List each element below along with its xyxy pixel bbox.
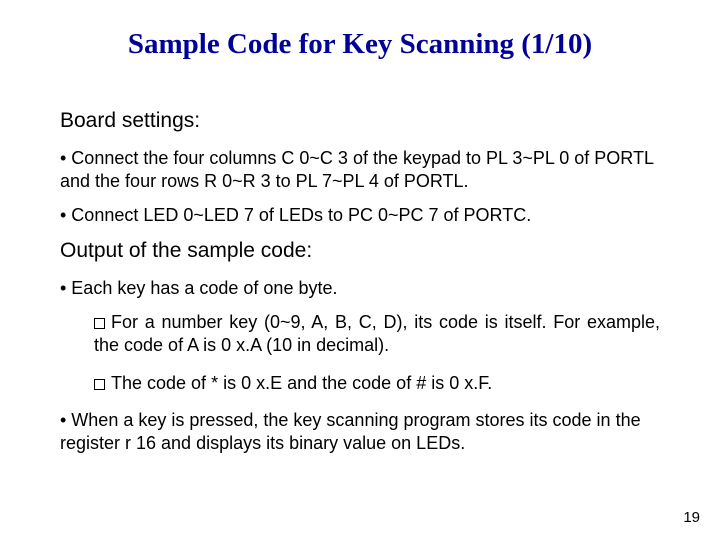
slide: Sample Code for Key Scanning (1/10) Boar…	[0, 0, 720, 540]
output-sub-1-text: For a number key (0~9, A, B, C, D), its …	[94, 312, 660, 355]
output-sub-2-text: The code of * is 0 x.E and the code of #…	[111, 373, 492, 393]
page-number: 19	[683, 509, 700, 526]
square-bullet-icon	[94, 318, 105, 329]
output-heading: Output of the sample code:	[60, 239, 660, 263]
board-settings-heading: Board settings:	[60, 109, 660, 133]
square-bullet-icon	[94, 379, 105, 390]
output-bullet-1: • Each key has a code of one byte.	[60, 277, 660, 300]
board-bullet-2: • Connect LED 0~LED 7 of LEDs to PC 0~PC…	[60, 204, 660, 227]
output-bullet-2: • When a key is pressed, the key scannin…	[60, 409, 660, 454]
output-sub-2: The code of * is 0 x.E and the code of #…	[94, 372, 660, 395]
output-sub-1: For a number key (0~9, A, B, C, D), its …	[94, 311, 660, 358]
board-bullet-1: • Connect the four columns C 0~C 3 of th…	[60, 147, 660, 192]
slide-title: Sample Code for Key Scanning (1/10)	[60, 28, 660, 61]
